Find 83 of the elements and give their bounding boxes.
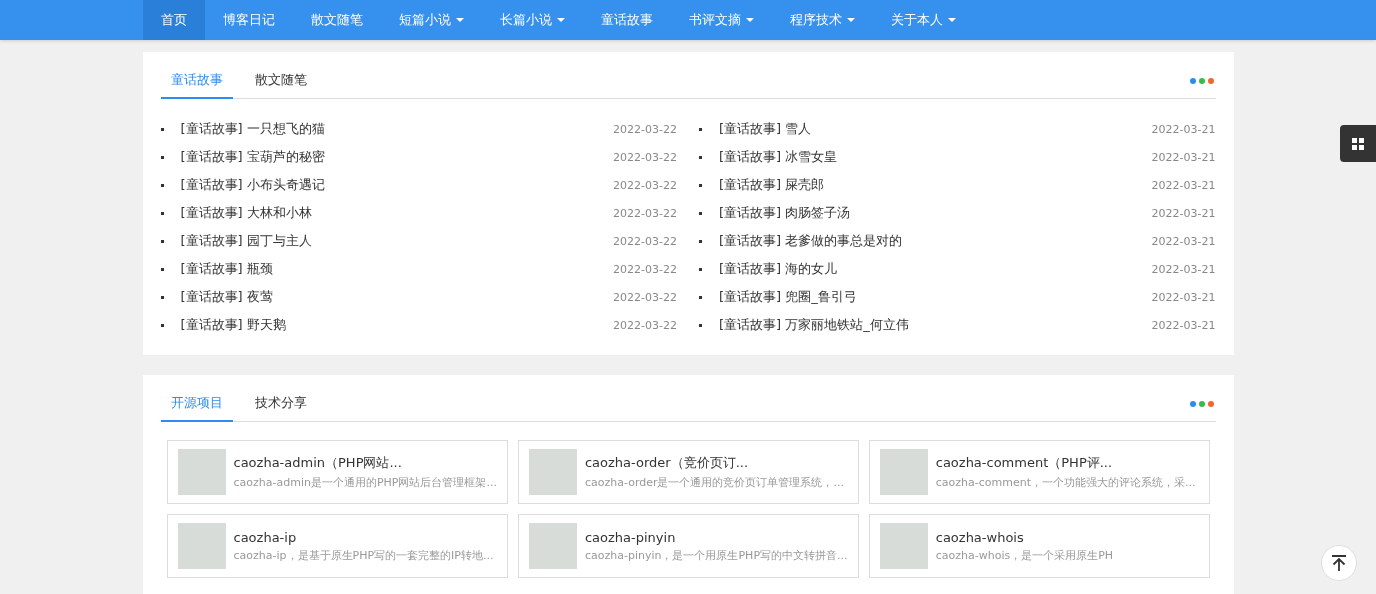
bullet-icon <box>160 155 164 159</box>
bullet-icon <box>160 211 164 215</box>
bullet-icon <box>699 239 702 243</box>
photo-placeholder <box>177 449 226 495</box>
bullet-icon <box>699 183 702 187</box>
bullet-icon <box>160 239 164 243</box>
project-card[interactable]: caozha-whois caozha-whois，是一个采用原生PH <box>868 514 1210 578</box>
arrow-up-icon <box>1330 554 1348 572</box>
article-link[interactable]: [童话故事] 野天鹅 <box>180 316 614 334</box>
project-description: caozha-order是一个通用的竞价页订单管理系统，... <box>584 475 844 490</box>
project-description: caozha-comment，一个功能强大的评论系统，采... <box>935 475 1196 490</box>
more-dots-icon[interactable] <box>1189 78 1216 84</box>
article-date: 2022-03-21 <box>1151 150 1216 164</box>
project-description: caozha-ip，是基于原生PHP写的一套完整的IP转地... <box>233 547 494 563</box>
article-link[interactable]: [童话故事] 小布头奇遇记 <box>180 176 614 194</box>
article-date: 2022-03-21 <box>1151 178 1216 192</box>
article-date: 2022-03-22 <box>613 262 677 276</box>
project-title: caozha-ip <box>233 529 298 545</box>
bullet-icon <box>160 295 164 299</box>
article-date: 2022-03-22 <box>613 150 677 164</box>
article-date: 2022-03-21 <box>1151 262 1216 276</box>
project-description: caozha-pinyin，是一个用原生PHP写的中文转拼音... <box>584 547 848 563</box>
article-date: 2022-03-22 <box>613 318 677 332</box>
article-link[interactable]: [童话故事] 屎壳郎 <box>719 176 1152 194</box>
bullet-icon <box>699 323 702 327</box>
bullet-icon <box>160 267 164 271</box>
nav-item[interactable]: 首页 <box>142 0 205 40</box>
article-link[interactable]: [童话故事] 园丁与主人 <box>180 232 614 250</box>
project-card[interactable]: caozha-pinyin caozha-pinyin，是一个用原生PHP写的中文转拼音... <box>517 514 859 578</box>
article-date: 2022-03-22 <box>613 290 677 304</box>
bullet-icon <box>699 155 702 159</box>
article-link[interactable]: [童话故事] 老爹做的事总是对的 <box>719 232 1152 250</box>
article-link[interactable]: [童话故事] 大林和小林 <box>180 204 614 222</box>
tab[interactable]: 散文随笔 <box>244 64 317 99</box>
grid-menu-button[interactable] <box>1340 125 1376 162</box>
project-title: caozha-order（竞价页订... <box>584 454 750 472</box>
article-link[interactable]: [童话故事] 雪人 <box>719 120 1152 138</box>
more-dots-icon[interactable] <box>1189 401 1216 407</box>
article-date: 2022-03-21 <box>1151 122 1216 136</box>
project-card[interactable]: caozha-ip caozha-ip，是基于原生PHP写的一套完整的IP转地... <box>166 514 508 578</box>
article-link[interactable]: [童话故事] 兜圈_鲁引弓 <box>719 288 1152 306</box>
article-date: 2022-03-21 <box>1151 318 1216 332</box>
photo-placeholder <box>528 523 577 569</box>
article-date: 2022-03-22 <box>613 234 677 248</box>
article-date: 2022-03-22 <box>613 206 677 220</box>
article-date: 2022-03-22 <box>613 178 677 192</box>
article-link[interactable]: [童话故事] 夜莺 <box>180 288 614 306</box>
tab[interactable]: 开源项目 <box>160 387 233 422</box>
project-card[interactable]: caozha-comment（PHP评... caozha-comment，一个功能强大的评论系统，采... <box>868 440 1210 504</box>
article-link[interactable]: [童话故事] 瓶颈 <box>180 260 614 278</box>
article-link[interactable]: [童话故事] 万家丽地铁站_何立伟 <box>719 316 1152 334</box>
article-link[interactable]: [童话故事] 宝葫芦的秘密 <box>180 148 614 166</box>
project-card[interactable]: caozha-order（竞价页订... caozha-order是一个通用的竞价页订单管理系统，... <box>517 440 859 504</box>
bullet-icon <box>699 267 702 271</box>
back-to-top-button[interactable] <box>1321 545 1357 581</box>
project-description: caozha-whois，是一个采用原生PH <box>935 547 1114 563</box>
article-date: 2022-03-22 <box>613 122 677 136</box>
project-title: caozha-comment（PHP评... <box>935 454 1114 472</box>
project-title: caozha-pinyin <box>584 529 677 545</box>
project-card[interactable]: caozha-admin（PHP网站... caozha-admin是一个通用的PHP网站后台管理框架... <box>166 440 508 504</box>
article-date: 2022-03-21 <box>1151 234 1216 248</box>
bullet-icon <box>160 323 164 327</box>
bullet-icon <box>160 183 164 187</box>
project-title: caozha-whois <box>935 529 1025 545</box>
bullet-icon <box>699 127 702 131</box>
photo-placeholder <box>177 523 226 569</box>
bullet-icon <box>699 295 702 299</box>
project-description: caozha-admin是一个通用的PHP网站后台管理框架... <box>233 475 497 490</box>
article-link[interactable]: [童话故事] 一只想飞的猫 <box>180 120 614 138</box>
article-link[interactable]: [童话故事] 肉肠签子汤 <box>719 204 1152 222</box>
tab[interactable]: 技术分享 <box>244 387 317 422</box>
grid-icon <box>1352 137 1364 150</box>
photo-placeholder <box>528 449 577 495</box>
bullet-icon <box>699 211 702 215</box>
article-link[interactable]: [童话故事] 海的女儿 <box>719 260 1152 278</box>
project-title: caozha-admin（PHP网站... <box>233 454 403 472</box>
article-date: 2022-03-21 <box>1151 206 1216 220</box>
tab[interactable]: 童话故事 <box>160 64 233 99</box>
bullet-icon <box>160 127 164 131</box>
photo-placeholder <box>879 449 928 495</box>
article-link[interactable]: [童话故事] 冰雪女皇 <box>719 148 1152 166</box>
article-date: 2022-03-21 <box>1151 290 1216 304</box>
photo-placeholder <box>879 523 928 569</box>
